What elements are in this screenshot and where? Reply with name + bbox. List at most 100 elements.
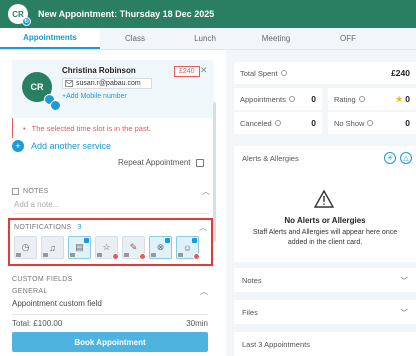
total-amount: Total: £100.00 [12, 319, 63, 328]
sms-icon [70, 253, 75, 257]
total-spent-label: Total Spent [240, 68, 278, 78]
noshow-label-wrap: No Show [334, 118, 374, 128]
sms-icon [16, 253, 21, 257]
face-icon: ☺ [182, 242, 193, 253]
email-icon [65, 80, 73, 87]
last-appointments-panel-header[interactable]: Last 3 Appointments [234, 332, 416, 356]
rating-stat: Rating ★ 0 [328, 88, 416, 110]
tab-lunch[interactable]: Lunch [170, 28, 240, 49]
info-icon [280, 69, 287, 76]
alerts-title: Alerts & Allergies [242, 154, 299, 163]
add-alert-icon[interactable]: ✳ [384, 152, 396, 164]
info-icon [288, 95, 295, 102]
add-note-input[interactable]: Add a note... [14, 200, 210, 214]
repeat-icon [195, 158, 204, 167]
client-card: CR Christina Robinson susan.r@pabau.com … [12, 60, 214, 118]
notification-toggle-noshow[interactable]: ☺ [176, 236, 200, 260]
total-spent-value: £240 [391, 68, 410, 78]
plus-icon: + [12, 140, 24, 152]
notes-panel-header[interactable]: Notes ﹀ [234, 268, 416, 292]
add-allergy-icon[interactable]: △ [400, 152, 412, 164]
rating-value-wrap: ★ 0 [395, 94, 410, 105]
notifications-count: 3 [77, 224, 82, 231]
past-timeslot-error: • The selected time slot is in the past. [12, 118, 214, 138]
notification-toggle-form[interactable]: ▤ [68, 236, 91, 259]
add-mobile-link[interactable]: +Add Mobile number [62, 93, 127, 100]
email-toggle-icon [84, 238, 89, 243]
repeat-appointment-button[interactable]: Repeat Appointment [118, 158, 204, 167]
appointments-value: 0 [311, 94, 316, 104]
notes-label: NOTES [23, 188, 49, 195]
scrollbar[interactable] [213, 102, 216, 242]
pencil-icon: ✎ [129, 242, 138, 252]
clock-icon: ◷ [21, 242, 30, 252]
noshow-value: 0 [405, 118, 410, 128]
notifications-label: NOTIFICATIONS [14, 224, 72, 231]
general-group-label[interactable]: GENERAL [12, 288, 48, 295]
tab-meeting[interactable]: Meeting [240, 28, 312, 49]
notification-toggle-aftercare[interactable]: ✎ [122, 236, 146, 260]
appointments-stat: Appointments 0 [234, 88, 322, 110]
info-icon [367, 119, 374, 126]
logo-initials: CR [12, 9, 24, 19]
canceled-value: 0 [311, 118, 316, 128]
info-icon [358, 95, 365, 102]
bell-icon: ♫ [49, 242, 56, 253]
notifications-section: NOTIFICATIONS 3 ︿ ◷ ♫ ▤ ☆ ✎ ⊗ ☺ [8, 218, 213, 266]
tab-appointments[interactable]: Appointments [0, 28, 100, 49]
chevron-up-icon[interactable]: ︿ [202, 186, 210, 197]
add-service-button[interactable]: + Add another service [12, 140, 111, 152]
error-text: The selected time slot is in the past. [31, 123, 151, 133]
appointments-label: Appointments [240, 94, 286, 104]
total-spent-label-wrap: Total Spent [240, 69, 287, 78]
tab-off[interactable]: OFF [312, 28, 384, 49]
alert-badge-icon [139, 253, 146, 260]
window-title: New Appointment: Thursday 18 Dec 2025 [38, 9, 215, 19]
notes-header[interactable]: NOTES [12, 188, 49, 195]
rating-value: 0 [405, 93, 410, 104]
notification-toggles: ◷ ♫ ▤ ☆ ✎ ⊗ ☺ [14, 236, 200, 260]
sms-icon [151, 253, 156, 257]
chevron-up-icon[interactable]: ︿ [200, 286, 208, 297]
star-icon: ★ [395, 93, 404, 104]
notification-toggle-reminder[interactable]: ♫ [41, 236, 64, 259]
app-logo: CR ↻ [8, 4, 31, 26]
add-service-label: Add another service [31, 141, 112, 151]
close-icon[interactable]: ✕ [200, 65, 208, 76]
client-email-text: susan.r@pabau.com [76, 80, 141, 87]
notification-toggle-confirmation[interactable]: ◷ [14, 236, 37, 259]
avatar-status-icon [50, 100, 61, 111]
total-row: Total: £100.00 30min [12, 314, 208, 332]
rating-label-wrap: Rating [334, 95, 365, 104]
noshow-label: No Show [334, 118, 365, 128]
client-name[interactable]: Christina Robinson [62, 66, 136, 75]
rating-label: Rating [334, 94, 356, 104]
cancel-icon: ⊗ [156, 242, 165, 252]
total-spent-stat: Total Spent £240 [234, 62, 416, 84]
custom-field-label: Appointment custom field [12, 299, 102, 308]
chevron-up-icon[interactable]: ︿ [199, 222, 207, 233]
tab-class[interactable]: Class [100, 28, 170, 49]
files-panel-label: Files [242, 307, 258, 317]
client-email-field[interactable]: susan.r@pabau.com [62, 78, 152, 89]
appointment-form: CR Christina Robinson susan.r@pabau.com … [0, 50, 216, 356]
bullet-icon: • [23, 123, 26, 133]
alert-badge-icon [112, 253, 119, 260]
book-appointment-button[interactable]: Book Appointment [12, 332, 208, 352]
client-summary-panel: Total Spent £240 Appointments 0 Rating ★… [226, 50, 416, 356]
clipboard-icon: ▤ [75, 242, 84, 252]
info-icon [274, 119, 281, 126]
canceled-stat: Canceled 0 [234, 112, 322, 134]
notification-toggle-review[interactable]: ☆ [95, 236, 119, 260]
chevron-down-icon: ﹀ [400, 275, 409, 285]
price-badge: £240 [174, 66, 200, 77]
sms-icon [178, 253, 183, 257]
sms-icon [43, 253, 48, 257]
files-panel-header[interactable]: Files ﹀ [234, 300, 416, 324]
notification-toggle-cancel[interactable]: ⊗ [149, 236, 172, 259]
window-header: CR ↻ New Appointment: Thursday 18 Dec 20… [0, 0, 416, 28]
star-icon: ☆ [102, 242, 111, 252]
notifications-header[interactable]: NOTIFICATIONS 3 [14, 224, 82, 231]
noshow-stat: No Show 0 [328, 112, 416, 134]
alerts-empty-text: Staff Alerts and Allergies will appear h… [252, 229, 398, 246]
